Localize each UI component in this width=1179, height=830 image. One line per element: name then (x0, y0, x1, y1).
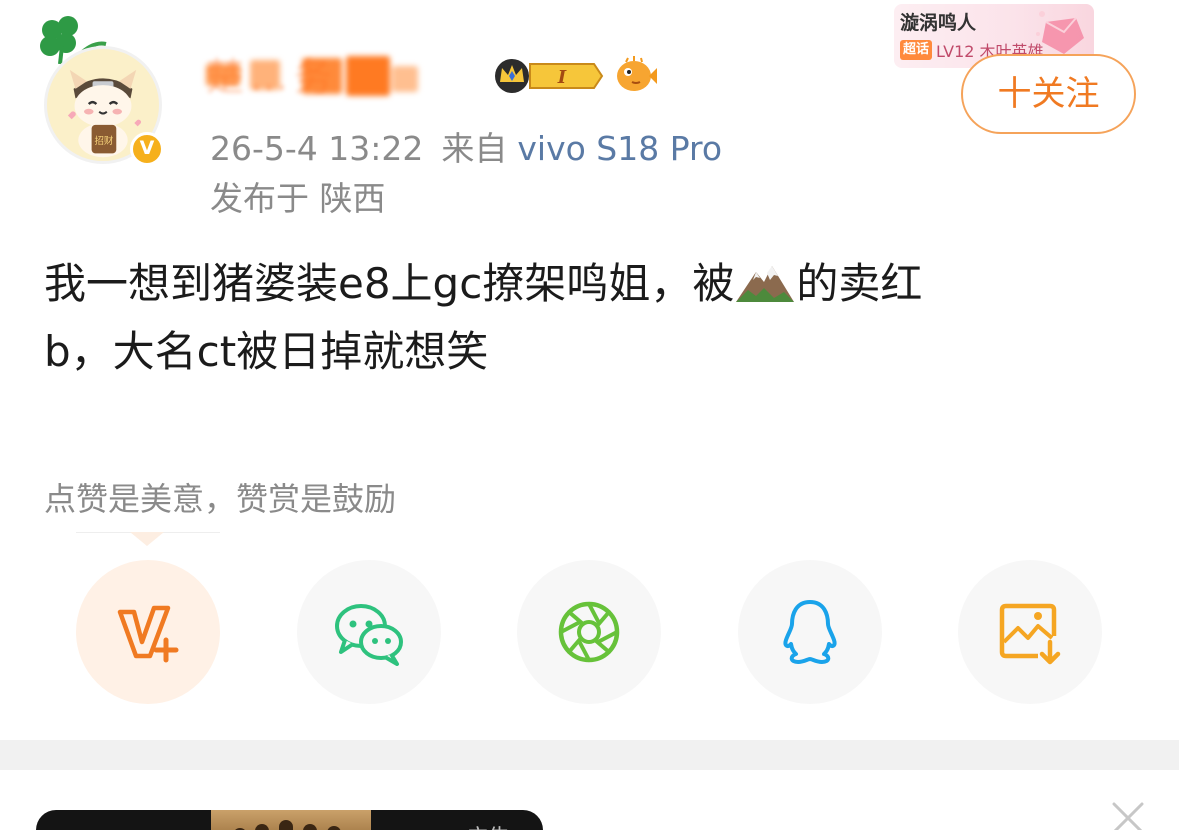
ad-thumbnail (211, 810, 371, 830)
moments-icon (558, 601, 620, 663)
close-icon[interactable] (1110, 800, 1146, 830)
post-meta: 26-5-4 13:22 来自 vivo S18 Pro (210, 122, 722, 170)
reward-hint: 点赞是美意，赞赏是鼓励 (44, 480, 397, 518)
ad-label: 广告 (466, 820, 510, 830)
source-prefix: 来自 (441, 129, 508, 168)
section-divider (0, 740, 1179, 770)
supertopic-tag: 超话 (900, 40, 933, 60)
crown-level-badge-icon: I (495, 59, 604, 93)
v-plus-icon (117, 605, 179, 663)
post-text-line2: b，大名ct被日掉就想笑 (44, 327, 489, 376)
post-body: 我一想到猪婆装e8上gc撩架鸣姐，被 的卖红 b，大名ct被日掉就想笑 (44, 250, 1104, 386)
post-text-line1-part1: 我一想到猪婆装e8上gc撩架鸣姐，被 (44, 259, 735, 308)
follow-button[interactable]: 十关注 (961, 54, 1136, 134)
wechat-icon (335, 604, 403, 666)
share-moments-button[interactable] (517, 560, 661, 704)
level-badge-text: I (557, 67, 567, 88)
reward-button[interactable] (76, 560, 220, 704)
post-text-line1-part2: 的卖红 (796, 259, 923, 308)
device-link[interactable]: vivo S18 Pro (517, 129, 722, 168)
pufferfish-badge-icon (617, 56, 657, 91)
verified-badge-icon: V (130, 132, 164, 166)
ad-card[interactable]: 广告 (36, 810, 543, 830)
save-image-button[interactable] (958, 560, 1102, 704)
avatar-container[interactable]: 招财 V (38, 16, 178, 166)
save-image-icon (999, 603, 1061, 665)
weibo-post-page: 招财 V 楚…务 I 26-5-4 13:22 来自vivo S18 Pro (0, 0, 1179, 830)
post-time: 26-5-4 13:22 (210, 129, 424, 168)
share-wechat-button[interactable] (297, 560, 441, 704)
mountain-emoji (736, 266, 795, 302)
gem-decoration-icon (1036, 11, 1084, 54)
qq-icon (783, 600, 837, 664)
hint-caret (130, 532, 164, 546)
svg-text:招财: 招财 (94, 135, 113, 147)
post-location: 发布于 陕西 (210, 179, 386, 218)
supertopic-name: 漩涡鸣人 (900, 12, 977, 34)
username[interactable]: 楚…务 (206, 54, 482, 100)
share-qq-button[interactable] (738, 560, 882, 704)
